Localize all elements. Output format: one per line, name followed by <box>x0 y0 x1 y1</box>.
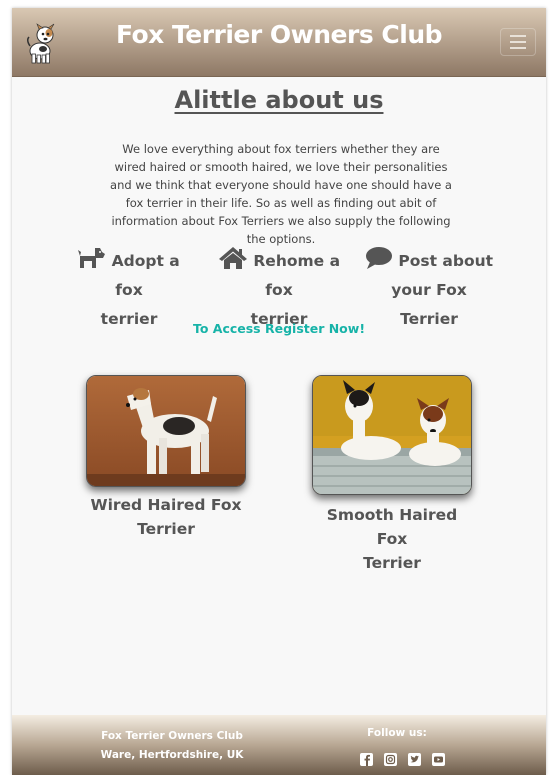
smooth-haired-fox-terrier-photo[interactable] <box>312 375 472 495</box>
register-link[interactable]: To Access Register Now! <box>12 321 546 336</box>
hamburger-icon-bar <box>510 41 526 43</box>
footer: Fox Terrier Owners Club Ware, Hertfordsh… <box>12 715 546 775</box>
social-links <box>357 751 447 766</box>
option-adopt-label-line1: Adopt a fox <box>111 252 180 299</box>
dog-icon <box>78 248 111 270</box>
home-icon <box>218 247 253 270</box>
option-rehome-label-line1: Rehome a fox <box>253 252 341 299</box>
facebook-icon[interactable] <box>359 751 373 766</box>
hamburger-icon-bar <box>510 47 526 49</box>
instagram-icon[interactable] <box>383 751 397 766</box>
intro-paragraph: We love everything about fox terriers wh… <box>110 142 452 246</box>
footer-club-name: Fox Terrier Owners Club <box>101 730 243 742</box>
hamburger-icon-bar <box>510 35 526 37</box>
site-title[interactable]: Fox Terrier Owners Club <box>12 20 546 49</box>
page-frame: Fox Terrier Owners Club Alittle about us… <box>12 8 546 775</box>
comment-icon <box>365 247 398 270</box>
footer-club-info: Fox Terrier Owners Club Ware, Hertfordsh… <box>92 727 252 765</box>
page-heading: Alittle about us <box>174 86 384 114</box>
option-post-label-line1: Post about <box>398 252 494 270</box>
options-row: Adopt a fox terrier Rehome a fox terrier <box>12 246 546 328</box>
footer-location: Ware, Hertfordshire, UK <box>100 749 244 761</box>
card-smooth-haired[interactable]: Smooth Haired Fox Terrier <box>312 375 472 575</box>
hamburger-menu-button[interactable] <box>500 28 536 56</box>
wired-haired-label: Wired Haired Fox Terrier <box>90 496 242 538</box>
navbar: Fox Terrier Owners Club <box>12 8 546 77</box>
footer-follow-label: Follow us: <box>367 727 427 739</box>
youtube-icon[interactable] <box>431 751 445 766</box>
wired-haired-fox-terrier-photo[interactable] <box>86 375 246 487</box>
smooth-haired-label-line1: Smooth Haired Fox <box>326 506 458 548</box>
twitter-icon[interactable] <box>407 751 421 766</box>
smooth-haired-label-line2: Terrier <box>363 554 421 572</box>
card-wired-haired[interactable]: Wired Haired Fox Terrier <box>86 375 246 541</box>
